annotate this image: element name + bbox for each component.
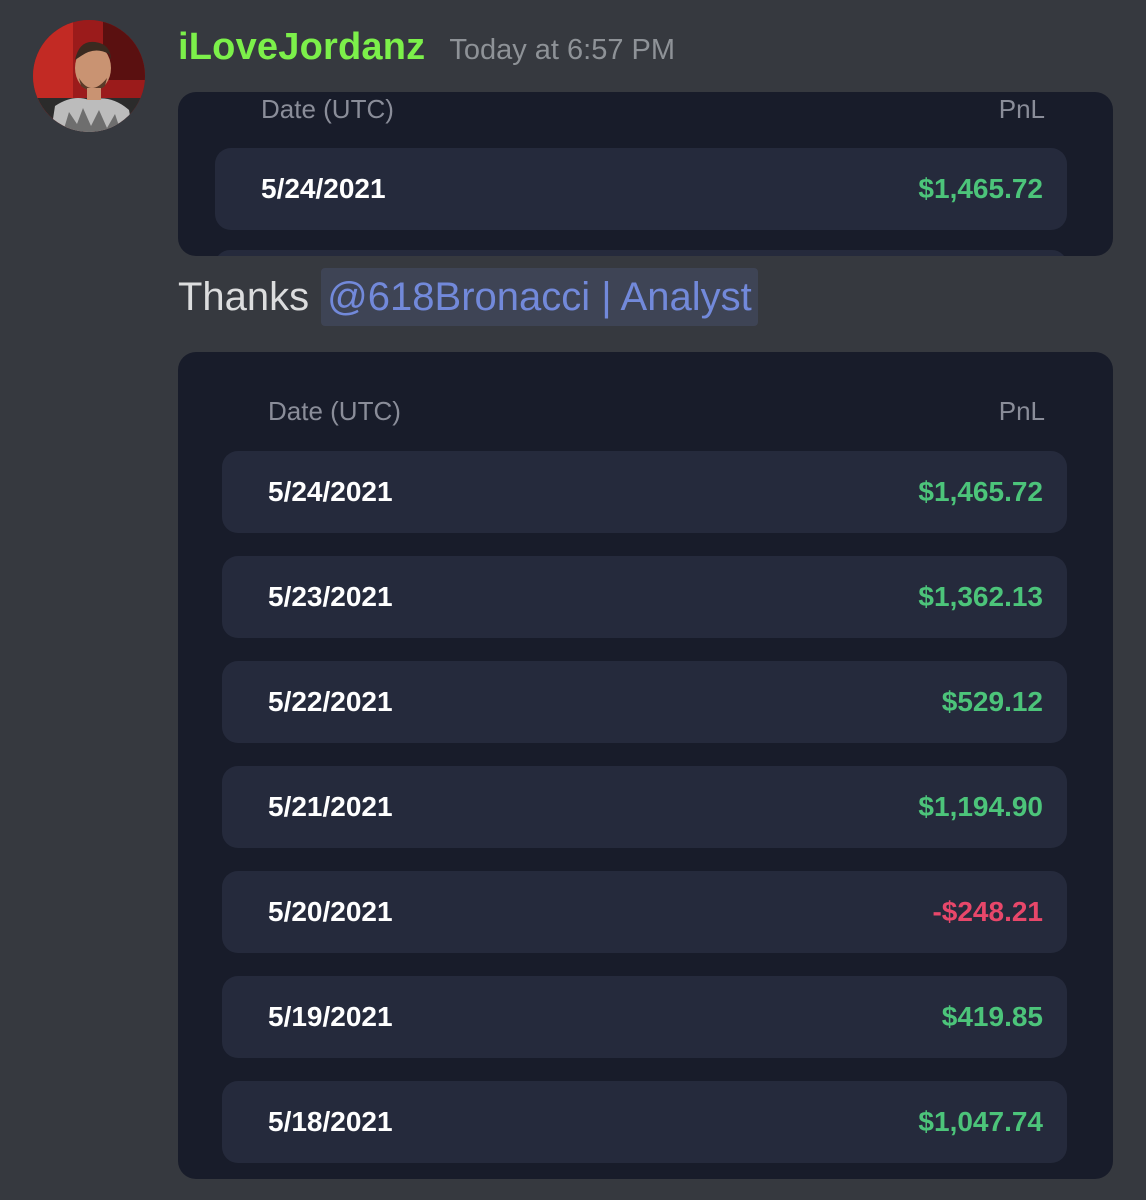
row-pnl: $1,362.13 [918, 581, 1043, 612]
row-pnl: $1,194.90 [918, 791, 1043, 822]
chat-message: iLoveJordanz Today at 6:57 PM Date (UTC)… [0, 0, 1146, 1200]
row-pnl: $1,465.72 [918, 476, 1043, 507]
row-date: 5/22/2021 [268, 686, 393, 717]
row-date: 5/21/2021 [268, 791, 393, 822]
thanks-text: Thanks [178, 274, 310, 319]
table-row: 5/24/2021 $1,465.72 [215, 148, 1067, 230]
row-date: 5/20/2021 [268, 896, 393, 927]
row-date: 5/19/2021 [268, 1001, 393, 1032]
row-date: 5/18/2021 [268, 1106, 393, 1137]
message-header: iLoveJordanz Today at 6:57 PM [178, 26, 675, 82]
message-text: Thanks @618Bronacci | Analyst [178, 268, 758, 326]
timestamp: Today at 6:57 PM [449, 34, 676, 66]
table-row: 5/23/2021 $1,362.13 [222, 556, 1067, 638]
table-row: 5/24/2021 $1,465.72 [222, 451, 1067, 533]
row-pnl: $529.12 [941, 686, 1043, 717]
row-date: 5/24/2021 [261, 173, 386, 204]
table-row-partial [215, 250, 1067, 256]
column-header-date: Date (UTC) [268, 396, 401, 426]
table-row: 5/22/2021 $529.12 [222, 661, 1067, 743]
table-row: 5/18/2021 $1,047.74 [222, 1081, 1067, 1163]
user-mention[interactable]: @618Bronacci | Analyst [321, 268, 758, 326]
row-pnl: $1,047.74 [918, 1106, 1043, 1137]
row-date: 5/23/2021 [268, 581, 393, 612]
column-header-pnl: PnL [998, 396, 1045, 426]
table-row: 5/20/2021 -$248.21 [222, 871, 1067, 953]
pnl-card-main: Date (UTC) PnL 5/24/2021 $1,465.72 5/23/… [178, 352, 1113, 1179]
row-date: 5/24/2021 [268, 476, 393, 507]
user-avatar[interactable] [33, 20, 145, 132]
table-row: 5/21/2021 $1,194.90 [222, 766, 1067, 848]
row-pnl: $419.85 [941, 1001, 1043, 1032]
table-row: 5/19/2021 $419.85 [222, 976, 1067, 1058]
column-header-date: Date (UTC) [261, 94, 394, 124]
avatar-image [33, 20, 145, 132]
row-pnl: -$248.21 [932, 896, 1043, 927]
username[interactable]: iLoveJordanz [178, 26, 425, 69]
pnl-card-top: Date (UTC) PnL 5/24/2021 $1,465.72 [178, 92, 1113, 256]
row-pnl: $1,465.72 [918, 173, 1043, 204]
column-header-pnl: PnL [998, 94, 1045, 124]
